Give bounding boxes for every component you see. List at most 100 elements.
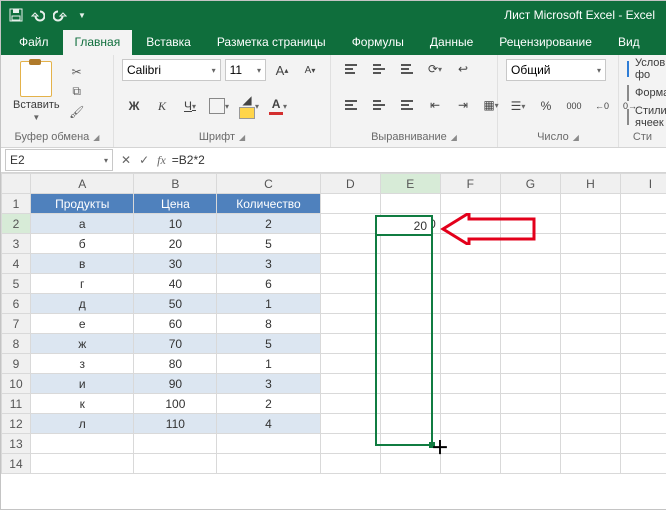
wrap-text-icon[interactable]: ↩ bbox=[451, 59, 475, 79]
cell[interactable] bbox=[30, 434, 134, 454]
cell[interactable]: д bbox=[30, 294, 134, 314]
comma-format-icon[interactable]: 000 bbox=[562, 96, 586, 116]
col-header-C[interactable]: C bbox=[217, 174, 321, 194]
cell[interactable] bbox=[560, 454, 620, 474]
cell[interactable] bbox=[560, 194, 620, 214]
row-header[interactable]: 13 bbox=[2, 434, 31, 454]
borders-button[interactable]: ▾ bbox=[206, 96, 232, 116]
cell[interactable] bbox=[500, 374, 560, 394]
cell[interactable]: Количество bbox=[217, 194, 321, 214]
cell[interactable]: 50 bbox=[134, 294, 217, 314]
col-header-G[interactable]: G bbox=[500, 174, 560, 194]
cell[interactable]: 40 bbox=[134, 274, 217, 294]
cell[interactable] bbox=[440, 274, 500, 294]
tab-home[interactable]: Главная bbox=[63, 30, 133, 55]
italic-button[interactable]: К bbox=[150, 96, 174, 116]
dialog-launcher-icon[interactable]: ◢ bbox=[573, 133, 579, 142]
cell[interactable] bbox=[30, 454, 134, 474]
number-format-select[interactable]: Общий▾ bbox=[506, 59, 606, 81]
cell[interactable] bbox=[440, 354, 500, 374]
cell[interactable] bbox=[620, 434, 666, 454]
cell[interactable] bbox=[560, 374, 620, 394]
cell[interactable] bbox=[560, 334, 620, 354]
cell[interactable] bbox=[217, 454, 321, 474]
row-header[interactable]: 2 bbox=[2, 214, 31, 234]
cell[interactable] bbox=[500, 454, 560, 474]
cell[interactable]: 70 bbox=[134, 334, 217, 354]
cell[interactable] bbox=[320, 334, 380, 354]
formula-input[interactable] bbox=[166, 150, 666, 170]
tab-data[interactable]: Данные bbox=[418, 30, 485, 55]
cell[interactable] bbox=[380, 334, 440, 354]
cell[interactable]: 30 bbox=[134, 254, 217, 274]
align-top-icon[interactable] bbox=[339, 59, 363, 79]
cell[interactable] bbox=[620, 354, 666, 374]
cell[interactable] bbox=[320, 394, 380, 414]
conditional-formatting-button[interactable]: Условное фо bbox=[627, 59, 658, 79]
row-header[interactable]: 14 bbox=[2, 454, 31, 474]
cell[interactable]: 20 bbox=[134, 234, 217, 254]
tab-formulas[interactable]: Формулы bbox=[340, 30, 416, 55]
dialog-launcher-icon[interactable]: ◢ bbox=[93, 133, 99, 142]
cell[interactable] bbox=[620, 394, 666, 414]
cell[interactable]: 110 bbox=[134, 414, 217, 434]
col-header-D[interactable]: D bbox=[320, 174, 380, 194]
cell[interactable] bbox=[320, 194, 380, 214]
cell[interactable] bbox=[320, 314, 380, 334]
percent-format-icon[interactable]: % bbox=[534, 96, 558, 116]
font-color-button[interactable]: A▾ bbox=[266, 96, 290, 116]
cell[interactable]: 90 bbox=[134, 374, 217, 394]
cell[interactable] bbox=[380, 354, 440, 374]
cell[interactable] bbox=[134, 454, 217, 474]
cell[interactable]: 5 bbox=[217, 334, 321, 354]
cell[interactable] bbox=[560, 254, 620, 274]
cell[interactable] bbox=[620, 334, 666, 354]
increase-decimal-icon[interactable]: ←0 bbox=[590, 96, 614, 116]
cell[interactable] bbox=[217, 434, 321, 454]
row-header[interactable]: 7 bbox=[2, 314, 31, 334]
cell[interactable] bbox=[500, 354, 560, 374]
cell[interactable] bbox=[620, 314, 666, 334]
cell[interactable] bbox=[440, 374, 500, 394]
cell[interactable] bbox=[620, 454, 666, 474]
select-all-corner[interactable] bbox=[2, 174, 31, 194]
cell[interactable] bbox=[500, 294, 560, 314]
format-painter-icon[interactable]: 🖌 bbox=[68, 104, 86, 120]
cell[interactable] bbox=[440, 394, 500, 414]
row-header[interactable]: 5 bbox=[2, 274, 31, 294]
cell[interactable] bbox=[380, 194, 440, 214]
cell[interactable] bbox=[620, 414, 666, 434]
col-header-F[interactable]: F bbox=[440, 174, 500, 194]
cell[interactable]: 3 bbox=[217, 374, 321, 394]
underline-button[interactable]: Ч▾ bbox=[178, 96, 202, 116]
tab-review[interactable]: Рецензирование bbox=[487, 30, 604, 55]
cell[interactable] bbox=[320, 354, 380, 374]
cell[interactable] bbox=[620, 374, 666, 394]
cell[interactable] bbox=[500, 414, 560, 434]
cell[interactable] bbox=[380, 274, 440, 294]
cell[interactable] bbox=[500, 314, 560, 334]
row-header[interactable]: 4 bbox=[2, 254, 31, 274]
col-header-A[interactable]: A bbox=[30, 174, 134, 194]
active-cell[interactable]: 20 bbox=[375, 215, 433, 236]
row-header[interactable]: 1 bbox=[2, 194, 31, 214]
cell[interactable]: 2 bbox=[217, 394, 321, 414]
cell[interactable] bbox=[320, 434, 380, 454]
cell[interactable] bbox=[380, 314, 440, 334]
worksheet-grid[interactable]: A B C D E F G H I 1ПродуктыЦенаКоличеств… bbox=[1, 173, 666, 510]
cell[interactable] bbox=[560, 414, 620, 434]
cell[interactable]: 8 bbox=[217, 314, 321, 334]
align-bottom-icon[interactable] bbox=[395, 59, 419, 79]
tab-insert[interactable]: Вставка bbox=[134, 30, 203, 55]
cell[interactable] bbox=[620, 194, 666, 214]
cell[interactable] bbox=[380, 254, 440, 274]
cell[interactable]: 5 bbox=[217, 234, 321, 254]
col-header-I[interactable]: I bbox=[620, 174, 666, 194]
cell[interactable] bbox=[620, 254, 666, 274]
cancel-formula-icon[interactable]: ✕ bbox=[121, 153, 131, 167]
cell[interactable]: 6 bbox=[217, 274, 321, 294]
cell[interactable] bbox=[620, 234, 666, 254]
cell[interactable] bbox=[320, 374, 380, 394]
cell[interactable] bbox=[560, 394, 620, 414]
cell[interactable] bbox=[500, 254, 560, 274]
